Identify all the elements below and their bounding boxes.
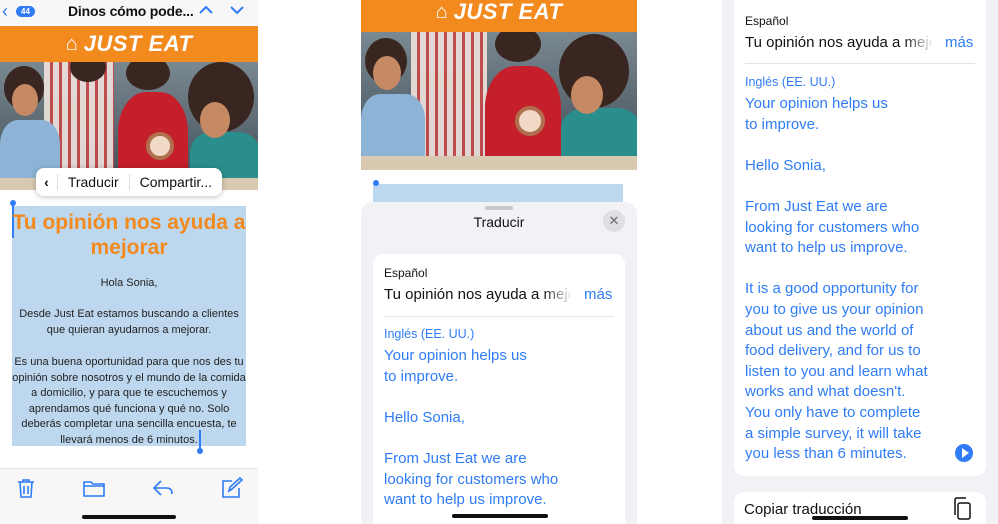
translation-card: Español Tu opinión nos ayuda a mejorar m… bbox=[373, 254, 625, 524]
folder-icon[interactable] bbox=[82, 477, 106, 499]
chevron-left-icon: ‹ bbox=[2, 1, 8, 21]
copy-icon bbox=[952, 497, 972, 521]
cutlery-logo-icon: ⌂ bbox=[65, 32, 78, 55]
more-link[interactable]: más bbox=[584, 286, 612, 303]
text-context-menu: ‹ Traducir Compartir... bbox=[36, 168, 222, 196]
translate-sheet-expanded-panel: Español Tu opinión nos ayuda a mejorar m… bbox=[722, 0, 998, 524]
translated-text: Your opinion helps us to improve. Hello … bbox=[745, 95, 928, 463]
text-selection-highlight bbox=[373, 184, 623, 202]
email-paragraph-1: Desde Just Eat estamos buscando a client… bbox=[19, 308, 239, 336]
translated-text: Your opinion helps us to improve. Hello … bbox=[384, 347, 559, 509]
selection-end-handle[interactable] bbox=[197, 448, 203, 454]
brand-logo-text: JUST EAT bbox=[453, 0, 563, 24]
unread-count-badge: 44 bbox=[16, 5, 35, 17]
mail-message-panel: ‹ 44 Dinos cómo pode... ⌂ JUST EAT ‹ Tra… bbox=[0, 0, 258, 524]
home-indicator bbox=[82, 515, 176, 519]
divider bbox=[745, 63, 975, 64]
next-message-icon[interactable] bbox=[229, 2, 245, 23]
home-indicator bbox=[452, 514, 548, 518]
divider bbox=[384, 316, 614, 317]
mail-toolbar bbox=[0, 468, 258, 524]
cutlery-logo-icon: ⌂ bbox=[435, 0, 448, 23]
brand-logo-text: JUST EAT bbox=[83, 31, 193, 56]
source-language-label: Español bbox=[384, 266, 428, 280]
close-icon: ✕ bbox=[608, 213, 620, 228]
translation-card: Español Tu opinión nos ayuda a mejorar m… bbox=[734, 0, 986, 476]
sheet-grabber[interactable] bbox=[485, 206, 513, 210]
reply-icon[interactable] bbox=[151, 477, 175, 499]
target-language-label: Inglés (EE. UU.) bbox=[745, 75, 836, 89]
source-text-fade bbox=[543, 286, 573, 306]
compose-icon[interactable] bbox=[220, 476, 244, 499]
translate-sheet: Traducir ✕ Español Tu opinión nos ayuda … bbox=[361, 202, 637, 524]
trash-icon[interactable] bbox=[15, 477, 39, 499]
more-link[interactable]: más bbox=[945, 34, 973, 51]
home-indicator bbox=[812, 516, 908, 520]
hero-photo bbox=[361, 32, 637, 170]
message-subject: Dinos cómo pode... bbox=[68, 3, 194, 19]
share-menu-item[interactable]: Compartir... bbox=[130, 174, 222, 190]
email-paragraph-2: Es una buena oportunidad para que nos de… bbox=[12, 356, 246, 446]
target-language-label: Inglés (EE. UU.) bbox=[384, 327, 475, 341]
email-greeting: Hola Sonia, bbox=[100, 277, 158, 289]
brand-header: ⌂ JUST EAT bbox=[0, 26, 258, 62]
brand-header: ⌂ JUST EAT bbox=[361, 0, 637, 32]
context-menu-back-button[interactable]: ‹ bbox=[36, 174, 58, 190]
source-language-label: Español bbox=[745, 14, 789, 28]
source-text-fade bbox=[904, 34, 934, 54]
email-title: Tu opinión nos ayuda a mejorar bbox=[12, 211, 246, 259]
play-audio-button[interactable] bbox=[955, 444, 973, 462]
back-to-inbox-button[interactable]: ‹ 44 bbox=[2, 1, 35, 21]
sheet-title: Traducir bbox=[473, 214, 525, 230]
translate-sheet-panel: ⌂ JUST EAT Traducir ✕ Español Tu opinión… bbox=[361, 0, 637, 524]
close-button[interactable]: ✕ bbox=[603, 210, 625, 232]
mail-nav-bar: ‹ 44 Dinos cómo pode... bbox=[0, 0, 258, 24]
previous-message-icon[interactable] bbox=[198, 2, 214, 23]
selection-start-handle[interactable] bbox=[373, 180, 379, 186]
translate-menu-item[interactable]: Traducir bbox=[58, 174, 130, 190]
